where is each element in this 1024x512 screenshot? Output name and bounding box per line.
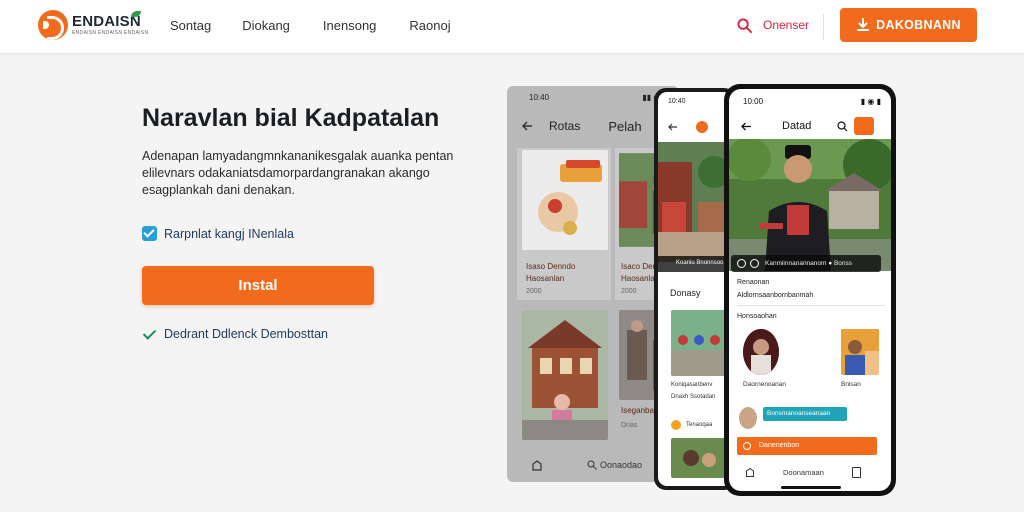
avatar-caption: Daornenoanan	[743, 381, 787, 388]
chip-text: Kanmiinnanannanom ● Bonss	[765, 260, 853, 267]
checkbox-label: Rarpnlat kangj INenlala	[164, 226, 294, 241]
home-icon[interactable]	[745, 467, 755, 477]
search-icon[interactable]	[737, 18, 752, 33]
phone-screen: 10:40 Koaniu Bnonnsoo Donasy Koniqasanbe…	[658, 92, 732, 486]
logo-icon	[696, 121, 708, 133]
download-label: DAKOBNANN	[876, 18, 961, 32]
search-icon[interactable]	[837, 120, 848, 132]
thumb-caption: Bnlsan	[841, 381, 861, 388]
action-bar[interactable]: Danenenbon	[737, 437, 877, 455]
download-icon	[857, 18, 870, 31]
bottom-nav: Doonamaan	[729, 461, 891, 483]
thumb-caption-3: Tenaoqaa	[686, 422, 713, 428]
home-icon[interactable]	[531, 459, 543, 471]
back-arrow-icon[interactable]	[521, 120, 533, 132]
back-arrow-icon[interactable]	[668, 122, 678, 132]
status-time: 10:00	[743, 97, 764, 106]
search-link[interactable]: Onenser	[763, 18, 809, 32]
thumb-caption-1: Koniqasanbenv	[671, 382, 713, 388]
divider	[737, 305, 885, 306]
action-bar-label: Danenenbon	[759, 442, 800, 449]
card-title-1: Isaso Denndo	[526, 262, 576, 271]
thumb-image[interactable]	[841, 329, 879, 375]
top-navbar: ENDAISN ENDAISN ENDAISN ENDAISN Sontag D…	[0, 0, 1024, 54]
card-meta-1: 2000	[526, 288, 542, 295]
nav-divider	[823, 14, 824, 40]
avatar-image	[743, 329, 779, 375]
coin-icon	[743, 442, 751, 450]
avatar[interactable]	[743, 329, 779, 375]
hero-title: Naravlan bial Kadpatalan	[142, 104, 440, 132]
section-title: Donasy	[670, 288, 701, 298]
section-title-1: Renaonan	[737, 279, 770, 286]
play-icon[interactable]	[737, 259, 746, 268]
hero-photo	[658, 142, 732, 262]
nav-link-3[interactable]: Inensong	[323, 18, 377, 33]
card-image-1	[522, 150, 608, 250]
install-button[interactable]: Instal	[142, 266, 374, 305]
card-sub-1: Haosanlan	[526, 274, 565, 283]
nav-links: Sontag Diokang Inensong Raonoj	[170, 18, 451, 33]
section-subtitle-1: Aldlornsaanbornbanmah	[737, 292, 814, 299]
status-bar: 10:00 ▮ ◉ ▮	[729, 89, 891, 111]
app-bar: Datad	[729, 113, 891, 139]
bottom-nav-label[interactable]: Doonamaan	[783, 468, 824, 477]
verified-row: Dedrant Ddlenck Dembosttan	[142, 327, 328, 341]
home-indicator	[781, 486, 841, 489]
section-title-2: Honsoaohan	[737, 313, 777, 320]
tab-1[interactable]: Rotas	[549, 119, 580, 133]
status-time: 10:40	[529, 93, 550, 102]
photo-caption-chip: Koaniu Bnonnsoo	[658, 256, 732, 272]
card-meta-3: Dnas	[621, 422, 638, 429]
nav-link-1[interactable]: Sontag	[170, 18, 211, 33]
card-image-3	[522, 310, 608, 440]
tab-2[interactable]: Pelah	[608, 119, 641, 134]
app-bar	[658, 114, 732, 140]
avatar[interactable]	[739, 407, 757, 429]
nav-link-4[interactable]: Raonoj	[409, 18, 450, 33]
status-time: 10:40	[668, 98, 686, 105]
checkbox-icon[interactable]	[142, 226, 157, 241]
search-icon[interactable]	[587, 460, 597, 470]
phone-mockup-front: 10:00 ▮ ◉ ▮ Datad Kanmiinnanannanom ● Bo…	[724, 84, 896, 496]
share-icon[interactable]	[854, 117, 875, 135]
check-icon	[142, 327, 156, 341]
verified-label: Dedrant Ddlenck Dembosttan	[164, 327, 328, 341]
thumb-image-2[interactable]	[671, 438, 727, 478]
brand-logo[interactable]: ENDAISN ENDAISN ENDAISN ENDAISN	[38, 10, 148, 40]
hero-photo	[729, 139, 891, 271]
terms-checkbox-row[interactable]: Rarpnlat kangj INenlala	[142, 226, 294, 241]
thumb-caption-2: Dnaxh Ssotadan	[671, 394, 716, 400]
phone-screen: 10:00 ▮ ◉ ▮ Datad Kanmiinnanannanom ● Bo…	[729, 89, 891, 491]
brand-tagline: ENDAISN ENDAISN ENDAISN	[72, 29, 149, 36]
nav-link-2[interactable]: Diokang	[242, 18, 290, 33]
teal-tag[interactable]: Bonsmanoanseanaan	[763, 407, 847, 421]
thumb-image-1[interactable]	[671, 310, 727, 376]
coin-icon	[671, 420, 681, 430]
card-meta-2: 2000	[621, 288, 637, 295]
card-title-3: Iseganbab	[621, 406, 659, 415]
download-button[interactable]: DAKOBNANN	[840, 8, 977, 42]
info-icon[interactable]	[750, 259, 759, 268]
back-arrow-icon[interactable]	[741, 121, 752, 132]
photo-caption-chip: Kanmiinnanannanom ● Bonss	[731, 255, 881, 272]
status-icons: ▮ ◉ ▮	[860, 97, 881, 106]
book-icon[interactable]	[851, 466, 861, 478]
bottom-nav-label[interactable]: Oonaodao	[600, 460, 642, 470]
logo-icon	[38, 10, 68, 40]
hero-description: Adenapan lamyadangmnkananikesgalak auank…	[142, 149, 454, 197]
logo-text: ENDAISN ENDAISN ENDAISN ENDAISN	[72, 10, 149, 37]
screen-title: Datad	[782, 120, 812, 132]
